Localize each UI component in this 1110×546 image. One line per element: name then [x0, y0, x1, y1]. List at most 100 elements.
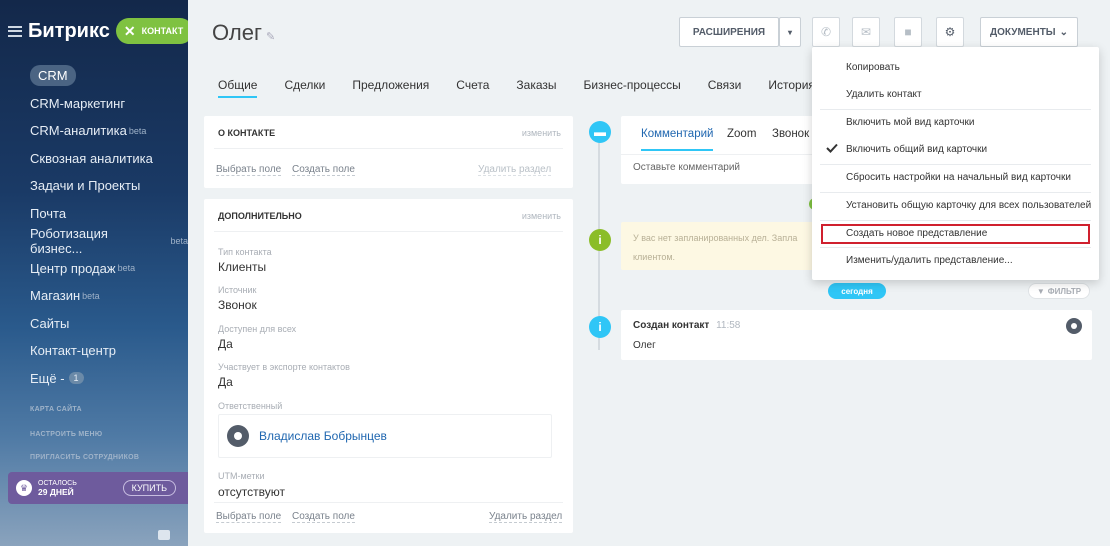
select-field-link[interactable]: Выбрать поле: [216, 164, 282, 176]
sidebar-item-shop[interactable]: Магазин beta: [0, 282, 188, 310]
responsible-person[interactable]: Владислав Бобрынцев: [218, 414, 552, 458]
contact-badge-label: КОНТАКТ: [141, 26, 184, 36]
settings-dropdown-menu: Копировать Удалить контакт Включить мой …: [812, 47, 1099, 280]
documents-button[interactable]: ДОКУМЕНТЫ ⌄: [980, 17, 1078, 47]
menu-item-copy[interactable]: Копировать: [846, 62, 900, 73]
tab-general[interactable]: Общие: [218, 78, 258, 98]
tab-orders[interactable]: Заказы: [516, 78, 556, 98]
available-to-all-value[interactable]: Да: [218, 337, 233, 351]
additional-card: ДОПОЛНИТЕЛЬНО изменить Тип контакта Клие…: [204, 199, 573, 533]
menu-item-delete-contact[interactable]: Удалить контакт: [846, 89, 922, 100]
contact-name: Олег: [212, 20, 262, 45]
menu-item-create-new-view[interactable]: Создать новое представление: [846, 228, 987, 239]
sidebar-item-crm[interactable]: CRM: [0, 62, 188, 90]
sidebar-item-end-to-end-analytics[interactable]: Сквозная аналитика: [0, 145, 188, 173]
sidebar-item-crm-analytics[interactable]: CRM-аналитика beta: [0, 117, 188, 145]
sidebar-item-crm-marketing[interactable]: CRM-маркетинг: [0, 90, 188, 118]
filter-button[interactable]: ▼ ФИЛЬТР: [1028, 283, 1090, 299]
extensions-button[interactable]: РАСШИРЕНИЯ: [679, 17, 779, 47]
beta-badge: beta: [170, 235, 188, 246]
event-time: 11:58: [716, 320, 741, 331]
phone-icon[interactable]: ✆: [812, 17, 840, 47]
sidebar-item-contact-center[interactable]: Контакт-центр: [0, 337, 188, 365]
pencil-icon[interactable]: ✎: [266, 31, 275, 43]
divider: [820, 164, 1091, 165]
event-body[interactable]: Олег: [633, 340, 656, 351]
menu-item-set-common-card[interactable]: Установить общую карточку для всех польз…: [846, 200, 1091, 211]
gear-icon[interactable]: ⚙: [936, 17, 964, 47]
tab-history[interactable]: История: [768, 78, 815, 98]
sidebar-header: Битрикс ✕ КОНТАКТ: [8, 18, 188, 44]
tab-zoom[interactable]: Zoom: [727, 128, 756, 140]
menu-icon[interactable]: [8, 25, 22, 37]
menu-item-edit-delete-view[interactable]: Изменить/удалить представление...: [846, 255, 1013, 266]
no-activities-notice: У вас нет запланированных дел. Запла кли…: [621, 222, 816, 270]
configure-menu-link[interactable]: НАСТРОИТЬ МЕНЮ: [30, 431, 102, 438]
comment-input[interactable]: Оставьте комментарий: [633, 162, 740, 173]
sidebar-item-label: Сайты: [30, 315, 70, 331]
tab-quotes[interactable]: Предложения: [352, 78, 429, 98]
trial-banner: ♛ ОСТАЛОСЬ 29 ДНЕЙ КУПИТЬ: [8, 472, 188, 504]
event-card: Создан контакт 11:58 Олег: [621, 310, 1092, 360]
menu-item-enable-my-view[interactable]: Включить мой вид карточки: [846, 117, 974, 128]
export-participation-value[interactable]: Да: [218, 375, 233, 389]
brand-logo[interactable]: Битрикс: [28, 20, 110, 43]
section-title: ДОПОЛНИТЕЛЬНО: [218, 211, 302, 221]
sidebar-item-sites[interactable]: Сайты: [0, 310, 188, 338]
comment-icon: ▬: [589, 121, 611, 143]
create-field-link[interactable]: Создать поле: [292, 511, 355, 523]
author-avatar[interactable]: [1066, 318, 1082, 334]
sidebar-item-label: Задачи и Проекты: [30, 178, 141, 194]
contact-type-value[interactable]: Клиенты: [218, 260, 266, 274]
today-badge: сегодня: [828, 283, 886, 299]
source-value[interactable]: Звонок: [218, 298, 257, 312]
tab-business-processes[interactable]: Бизнес-процессы: [584, 78, 681, 98]
buy-button[interactable]: КУПИТЬ: [122, 480, 176, 496]
chat-icon[interactable]: ■: [894, 17, 922, 47]
create-field-link[interactable]: Создать поле: [292, 164, 355, 176]
no-activities-text-2: клиентом.: [633, 252, 676, 262]
field-label: Источник: [218, 285, 257, 295]
sidebar-item-label: Магазин: [30, 288, 81, 304]
sidebar-item-mail[interactable]: Почта: [0, 200, 188, 228]
delete-section-link[interactable]: Удалить раздел: [489, 511, 563, 523]
menu-item-reset-settings[interactable]: Сбросить настройки на начальный вид карт…: [846, 172, 1071, 183]
beta-badge: beta: [117, 263, 136, 274]
tab-call[interactable]: Звонок: [772, 128, 809, 140]
close-icon[interactable]: ✕: [124, 23, 136, 40]
tab-comment[interactable]: Комментарий: [641, 128, 714, 151]
tab-invoices[interactable]: Счета: [456, 78, 489, 98]
sidebar-item-tasks[interactable]: Задачи и Проекты: [0, 172, 188, 200]
trial-days: 29 ДНЕЙ: [38, 487, 74, 497]
crown-icon: ♛: [16, 480, 32, 496]
tab-relations[interactable]: Связи: [708, 78, 742, 98]
site-map-link[interactable]: КАРТА САЙТА: [30, 406, 82, 413]
responsible-name[interactable]: Владислав Бобрынцев: [259, 429, 387, 443]
section-title: О КОНТАКТЕ: [218, 128, 276, 138]
field-label: UTM-метки: [218, 471, 265, 481]
select-field-link[interactable]: Выбрать поле: [216, 511, 282, 523]
about-contact-card: О КОНТАКТЕ изменить Выбрать поле Создать…: [204, 116, 573, 188]
sidebar-item-robotization[interactable]: Роботизация бизнес... beta: [0, 226, 188, 256]
extensions-dropdown-button[interactable]: ▾: [779, 17, 801, 47]
utm-value: отсутствуют: [218, 485, 285, 499]
sidebar-item-label: Сквозная аналитика: [30, 150, 153, 166]
documents-label: ДОКУМЕНТЫ: [990, 26, 1056, 38]
edit-section-link[interactable]: изменить: [522, 211, 561, 221]
sidebar-item-more[interactable]: Ещё -1: [0, 365, 188, 393]
sidebar-menu: CRM CRM-маркетинг CRM-аналитика beta Скво…: [0, 62, 188, 392]
more-count-badge: 1: [68, 372, 84, 385]
contact-badge[interactable]: ✕ КОНТАКТ: [115, 18, 188, 44]
beta-badge: beta: [82, 290, 100, 301]
envelope-icon[interactable]: ✉: [852, 17, 880, 47]
delete-section-link[interactable]: Удалить раздел: [478, 164, 552, 176]
edit-section-link[interactable]: изменить: [522, 128, 561, 138]
invite-employees-link[interactable]: ПРИГЛАСИТЬ СОТРУДНИКОВ: [30, 454, 139, 461]
sidebar-item-sales-center[interactable]: Центр продаж beta: [0, 255, 188, 283]
info-icon: i: [589, 316, 611, 338]
printer-icon[interactable]: [158, 530, 170, 540]
tab-deals[interactable]: Сделки: [284, 78, 325, 98]
sidebar-item-label: Ещё -: [30, 370, 65, 386]
menu-item-enable-common-view[interactable]: Включить общий вид карточки: [846, 144, 987, 155]
sidebar-item-label: CRM-аналитика: [30, 123, 127, 139]
